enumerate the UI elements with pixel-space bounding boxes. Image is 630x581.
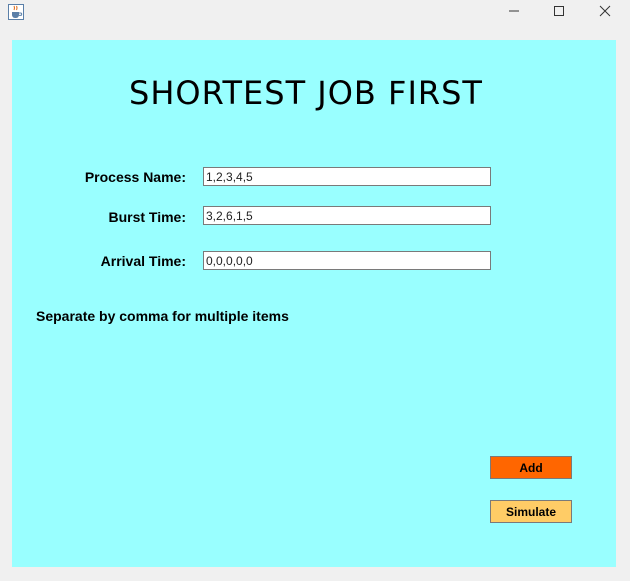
arrival-time-label: Arrival Time: [100,253,186,269]
minimize-button[interactable] [491,0,537,26]
close-icon [599,4,611,22]
java-cup-icon [8,4,24,20]
title-bar [0,0,630,28]
burst-time-input[interactable] [203,206,491,225]
hint-text: Separate by comma for multiple items [36,308,289,324]
process-name-label: Process Name: [84,169,186,185]
add-button[interactable]: Add [490,456,572,479]
burst-time-label: Burst Time: [108,209,186,225]
main-panel: SHORTEST JOB FIRST Process Name: Burst T… [12,40,616,567]
window-content: SHORTEST JOB FIRST Process Name: Burst T… [0,28,630,581]
maximize-icon [553,4,565,22]
page-title: SHORTEST JOB FIRST [129,74,483,112]
simulate-button[interactable]: Simulate [490,500,572,523]
maximize-button[interactable] [536,0,582,26]
close-button[interactable] [582,0,628,26]
process-name-input[interactable] [203,167,491,186]
arrival-time-input[interactable] [203,251,491,270]
minimize-icon [508,4,520,22]
